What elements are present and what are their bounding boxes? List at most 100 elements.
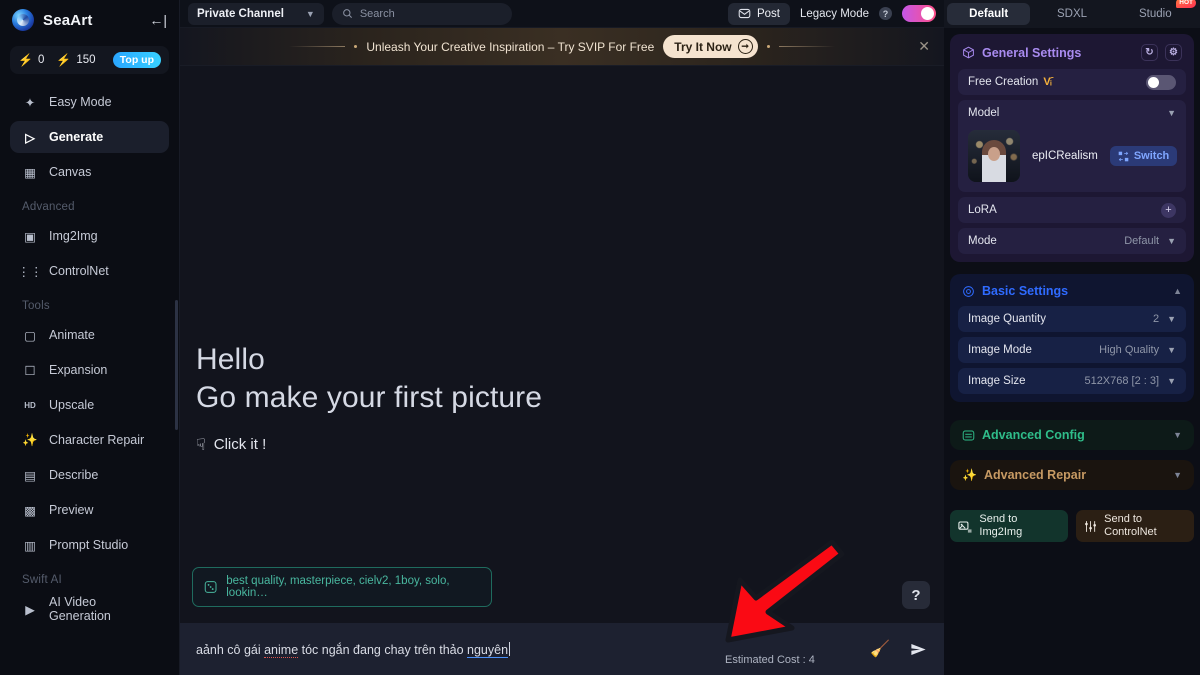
chevron-down-icon: ▼ [1167,345,1176,355]
add-lora-button[interactable]: + [1161,202,1176,218]
collapse-sidebar-icon[interactable]: ←| [149,13,167,27]
left-sidebar: SeaArt ←| ⚡ 0 ⚡ 150 Top up ✦ Easy Mode ▷… [0,0,180,675]
legacy-mode-toggle[interactable] [902,5,936,22]
sidebar-item-label: Img2Img [49,229,98,243]
send-to-controlnet-button[interactable]: Send to ControlNet [1076,510,1194,542]
free-creation-label: Free Creation [968,76,1039,88]
sidebar-item-describe[interactable]: ▤ Describe [10,459,169,491]
tab-label: SDXL [1056,8,1088,20]
image-size-row[interactable]: Image Size 512X768 [2 : 3] ▼ [958,368,1186,394]
video-play-icon: ▶ [25,602,35,617]
sidebar-item-animate[interactable]: ▢ Animate [10,319,169,351]
try-it-now-button[interactable]: Try It Now ➞ [663,35,758,58]
tab-default[interactable]: Default [947,3,1031,25]
advanced-repair-header: ✨ Advanced Repair ▼ [958,466,1186,484]
tab-studio[interactable]: Studio HOT [1114,0,1197,25]
config-icon [962,430,975,440]
model-thumbnail[interactable] [968,130,1020,182]
help-question-icon[interactable]: ? [879,7,892,20]
right-panel: Default SDXL Studio HOT General Settings [944,0,1200,675]
repair-wand-icon: ✨ [962,468,977,482]
prompt-bar: aảnh cô gái anime tóc ngắn đang chay trê… [180,623,944,675]
sidebar-item-label: Canvas [49,165,92,179]
pointing-hand-icon: ☟ [196,436,206,454]
sidebar-item-canvas[interactable]: ▦ Canvas [10,156,169,188]
magic-wand-icon[interactable]: 🧹 [870,639,890,659]
right-panel-scroll: General Settings ↻ ⚙ Free Creation Vᵢ᷇ M… [944,28,1200,675]
free-creation-row[interactable]: Free Creation Vᵢ᷇ [958,69,1186,95]
mode-row[interactable]: Mode Default ▼ [958,228,1186,254]
switch-icon [1118,151,1129,161]
sidebar-group-tools: Tools [22,300,50,312]
main-area: Private Channel ▼ Search Post Legacy Mod… [180,0,944,675]
row-value: High Quality [1099,344,1160,356]
general-settings-card: General Settings ↻ ⚙ Free Creation Vᵢ᷇ M… [950,34,1194,262]
advanced-config-title: Advanced Config [982,428,1085,442]
image-stack-icon: ▣ [24,229,36,244]
sidebar-item-generate[interactable]: ▷ Generate [10,121,169,153]
text-caret [509,641,511,656]
basic-settings-header[interactable]: Basic Settings ▲ [958,282,1186,306]
sidebar-item-ai-video-generation[interactable]: ▶ AI Video Generation [10,593,169,625]
post-button[interactable]: Post [727,2,790,25]
free-creation-toggle[interactable] [1146,74,1176,90]
play-triangle-icon: ▷ [25,130,35,145]
prompt-segment-1: aảnh cô gái [196,642,265,657]
prompt-suggestion-chip[interactable]: best quality, masterpiece, cielv2, 1boy,… [192,567,492,607]
sidebar-item-label: Easy Mode [49,95,112,109]
switch-model-button[interactable]: Switch [1109,146,1178,166]
sidebar-scrollbar[interactable] [175,300,178,430]
animate-icon: ▢ [24,328,36,343]
app-root: SeaArt ←| ⚡ 0 ⚡ 150 Top up ✦ Easy Mode ▷… [0,0,1200,675]
advanced-repair-card[interactable]: ✨ Advanced Repair ▼ [950,460,1194,490]
sidebar-item-label: Expansion [49,363,108,377]
dice-icon [204,581,217,593]
chevron-down-icon[interactable]: ▼ [1173,470,1182,480]
row-label: Image Size [968,375,1026,387]
send-paper-plane-icon[interactable] [909,640,928,659]
sidebar-item-character-repair[interactable]: ✨ Character Repair [10,424,169,456]
credits-purple-value: 0 [37,54,45,66]
image-quantity-row[interactable]: Image Quantity 2 ▼ [958,306,1186,332]
basic-settings-title: Basic Settings [982,284,1069,298]
sidebar-item-prompt-studio[interactable]: ▥ Prompt Studio [10,529,169,561]
sidebar-item-img2img[interactable]: ▣ Img2Img [10,220,169,252]
search-input[interactable]: Search [331,2,512,25]
send-to-img2img-button[interactable]: Send to Img2Img [950,510,1068,542]
hero-subtitle: Go make your first picture [196,381,543,415]
chevron-down-icon[interactable]: ▼ [1173,430,1182,440]
tab-sdxl[interactable]: SDXL [1030,3,1113,25]
promo-banner: Unleash Your Creative Inspiration – Try … [180,28,944,66]
model-name: epICRealism [1032,150,1098,162]
top-up-button[interactable]: Top up [112,51,161,69]
advanced-config-card[interactable]: Advanced Config ▼ [950,420,1194,450]
image-mode-row[interactable]: Image Mode High Quality ▼ [958,337,1186,363]
gear-icon[interactable]: ⚙ [1165,44,1182,61]
search-icon [342,9,352,18]
refresh-icon[interactable]: ↻ [1141,44,1158,61]
sidebar-group-advanced: Advanced [22,201,75,213]
sidebar-item-easy-mode[interactable]: ✦ Easy Mode [10,86,169,118]
sidebar-item-label: Character Repair [49,433,145,447]
sidebar-item-label: ControlNet [49,264,109,278]
channel-selector[interactable]: Private Channel ▼ [188,2,324,25]
chevron-up-icon[interactable]: ▲ [1173,286,1182,296]
sidebar-item-expansion[interactable]: ☐ Expansion [10,354,169,386]
help-button[interactable]: ? [902,581,930,609]
sidebar-item-preview[interactable]: ▩ Preview [10,494,169,526]
sidebar-group-swift-ai: Swift AI [22,574,62,586]
seaart-logo-icon [12,9,34,31]
credits-bar: ⚡ 0 ⚡ 150 Top up [10,46,169,74]
close-icon[interactable]: ✕ [918,38,930,55]
sidebar-item-upscale[interactable]: HD Upscale [10,389,169,421]
lora-row[interactable]: LoRA + [958,197,1186,223]
banner-divider-right [778,46,835,47]
row-label: Image Quantity [968,313,1046,325]
row-label: Image Mode [968,344,1032,356]
target-icon [963,285,974,297]
sidebar-item-controlnet[interactable]: ⋮⋮ ControlNet [10,255,169,287]
prompt-input[interactable]: aảnh cô gái anime tóc ngắn đang chay trê… [196,641,511,658]
model-row[interactable]: Model ▼ [968,100,1176,126]
sliders-icon [1085,520,1096,532]
general-settings-title: General Settings [982,45,1082,60]
